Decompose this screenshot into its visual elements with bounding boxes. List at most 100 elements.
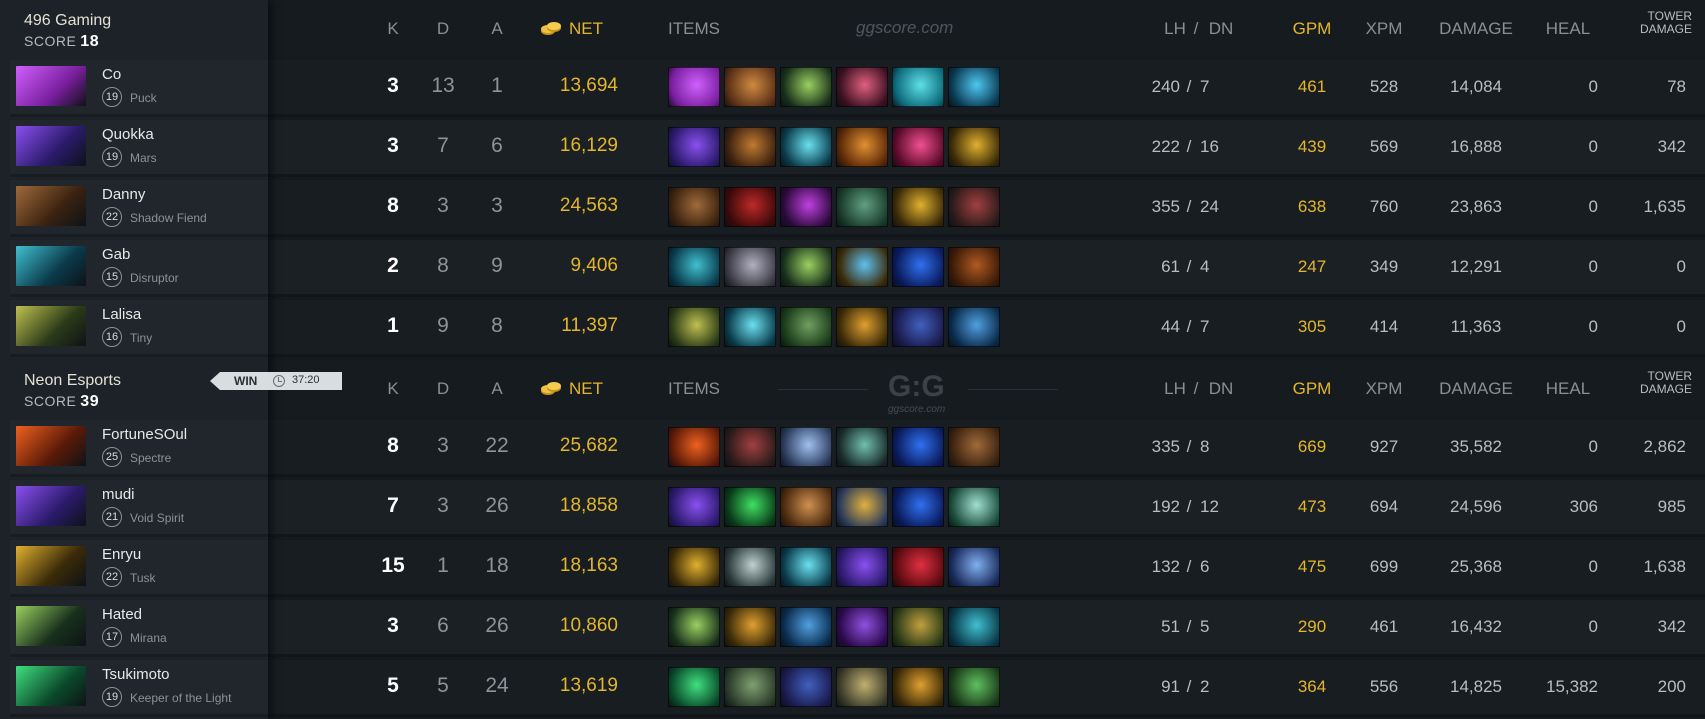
player-name[interactable]: mudi <box>102 486 135 503</box>
player-name[interactable]: Tsukimoto <box>102 666 170 683</box>
col-lh-header[interactable]: LH <box>1162 19 1188 39</box>
item-icon[interactable] <box>948 667 1000 707</box>
item-icon[interactable] <box>948 547 1000 587</box>
item-icon[interactable] <box>780 427 832 467</box>
item-icon[interactable] <box>724 247 776 287</box>
item-icon[interactable] <box>724 547 776 587</box>
item-icon[interactable] <box>668 427 720 467</box>
col-gpm-header[interactable]: GPM <box>1284 19 1340 39</box>
item-icon[interactable] <box>836 427 888 467</box>
item-icon[interactable] <box>948 307 1000 347</box>
col-items-header[interactable]: ITEMS <box>664 19 724 39</box>
item-icon[interactable] <box>892 547 944 587</box>
item-icon[interactable] <box>668 67 720 107</box>
item-icon[interactable] <box>668 667 720 707</box>
item-icon[interactable] <box>948 427 1000 467</box>
col-items-header[interactable]: ITEMS <box>664 379 724 399</box>
player-name[interactable]: Enryu <box>102 546 141 563</box>
item-icon[interactable] <box>724 427 776 467</box>
item-icon[interactable] <box>780 187 832 227</box>
col-heal-header[interactable]: HEAL <box>1528 19 1608 39</box>
player-row[interactable]: Quokka 19 Mars <box>10 120 268 177</box>
item-icon[interactable] <box>892 67 944 107</box>
item-icon[interactable] <box>892 127 944 167</box>
player-row[interactable]: Hated 17 Mirana <box>10 600 268 657</box>
item-icon[interactable] <box>836 487 888 527</box>
item-icon[interactable] <box>836 67 888 107</box>
item-icon[interactable] <box>780 547 832 587</box>
player-name[interactable]: Lalisa <box>102 306 141 323</box>
table-row[interactable]: 8 3 22 25,682 335 / 8 669 927 35,582 0 2,862 <box>268 420 1705 477</box>
table-row[interactable]: 8 3 3 24,563 355 / 24 638 760 23,863 0 1,635 <box>268 180 1705 237</box>
item-icon[interactable] <box>836 127 888 167</box>
item-icon[interactable] <box>892 607 944 647</box>
item-icon[interactable] <box>948 487 1000 527</box>
item-icon[interactable] <box>780 67 832 107</box>
table-row[interactable]: 5 5 24 13,619 91 / 2 364 556 14,825 15,382 200 <box>268 660 1705 717</box>
col-k-header[interactable]: K <box>378 379 408 399</box>
col-a-header[interactable]: A <box>482 379 512 399</box>
item-icon[interactable] <box>668 187 720 227</box>
item-icon[interactable] <box>948 187 1000 227</box>
item-icon[interactable] <box>892 487 944 527</box>
item-icon[interactable] <box>668 607 720 647</box>
col-net-header[interactable]: NET <box>566 19 606 39</box>
table-row[interactable]: 1 9 8 11,397 44 / 7 305 414 11,363 0 0 <box>268 300 1705 357</box>
item-icon[interactable] <box>836 307 888 347</box>
table-row[interactable]: 3 13 1 13,694 240 / 7 461 528 14,084 0 78 <box>268 60 1705 117</box>
item-icon[interactable] <box>724 187 776 227</box>
team-name[interactable]: 496 Gaming <box>24 12 268 30</box>
item-icon[interactable] <box>668 247 720 287</box>
item-icon[interactable] <box>780 307 832 347</box>
col-d-header[interactable]: D <box>428 379 458 399</box>
item-icon[interactable] <box>724 607 776 647</box>
item-icon[interactable] <box>724 487 776 527</box>
player-row[interactable]: mudi 21 Void Spirit <box>10 480 268 537</box>
table-row[interactable]: 3 6 26 10,860 51 / 5 290 461 16,432 0 342 <box>268 600 1705 657</box>
item-icon[interactable] <box>836 667 888 707</box>
col-xpm-header[interactable]: XPM <box>1356 379 1412 399</box>
item-icon[interactable] <box>724 307 776 347</box>
item-icon[interactable] <box>780 487 832 527</box>
item-icon[interactable] <box>780 667 832 707</box>
item-icon[interactable] <box>668 127 720 167</box>
col-lh-header[interactable]: LH <box>1162 379 1188 399</box>
player-row[interactable]: Co 19 Puck <box>10 60 268 117</box>
col-dn-header[interactable]: DN <box>1206 379 1236 399</box>
item-icon[interactable] <box>668 307 720 347</box>
table-row[interactable]: 2 8 9 9,406 61 / 4 247 349 12,291 0 0 <box>268 240 1705 297</box>
item-icon[interactable] <box>780 127 832 167</box>
item-icon[interactable] <box>892 427 944 467</box>
item-icon[interactable] <box>892 667 944 707</box>
item-icon[interactable] <box>836 607 888 647</box>
player-row[interactable]: Tsukimoto 19 Keeper of the Light <box>10 660 268 717</box>
player-row[interactable]: FortuneSOul 25 Spectre <box>10 420 268 477</box>
player-name[interactable]: Hated <box>102 606 142 623</box>
player-name[interactable]: Danny <box>102 186 145 203</box>
item-icon[interactable] <box>948 67 1000 107</box>
player-row[interactable]: Gab 15 Disruptor <box>10 240 268 297</box>
player-row[interactable]: Lalisa 16 Tiny <box>10 300 268 357</box>
col-tower-damage-header[interactable]: TOWER DAMAGE <box>1608 370 1692 396</box>
col-damage-header[interactable]: DAMAGE <box>1418 19 1534 39</box>
item-icon[interactable] <box>780 607 832 647</box>
item-icon[interactable] <box>836 547 888 587</box>
player-name[interactable]: Gab <box>102 246 130 263</box>
item-icon[interactable] <box>948 247 1000 287</box>
col-k-header[interactable]: K <box>378 19 408 39</box>
col-xpm-header[interactable]: XPM <box>1356 19 1412 39</box>
col-damage-header[interactable]: DAMAGE <box>1418 379 1534 399</box>
col-heal-header[interactable]: HEAL <box>1528 379 1608 399</box>
item-icon[interactable] <box>724 127 776 167</box>
item-icon[interactable] <box>948 607 1000 647</box>
player-row[interactable]: Enryu 22 Tusk <box>10 540 268 597</box>
col-gpm-header[interactable]: GPM <box>1284 379 1340 399</box>
item-icon[interactable] <box>668 487 720 527</box>
item-icon[interactable] <box>780 247 832 287</box>
item-icon[interactable] <box>892 247 944 287</box>
item-icon[interactable] <box>892 187 944 227</box>
item-icon[interactable] <box>724 67 776 107</box>
col-d-header[interactable]: D <box>428 19 458 39</box>
item-icon[interactable] <box>836 247 888 287</box>
col-dn-header[interactable]: DN <box>1206 19 1236 39</box>
